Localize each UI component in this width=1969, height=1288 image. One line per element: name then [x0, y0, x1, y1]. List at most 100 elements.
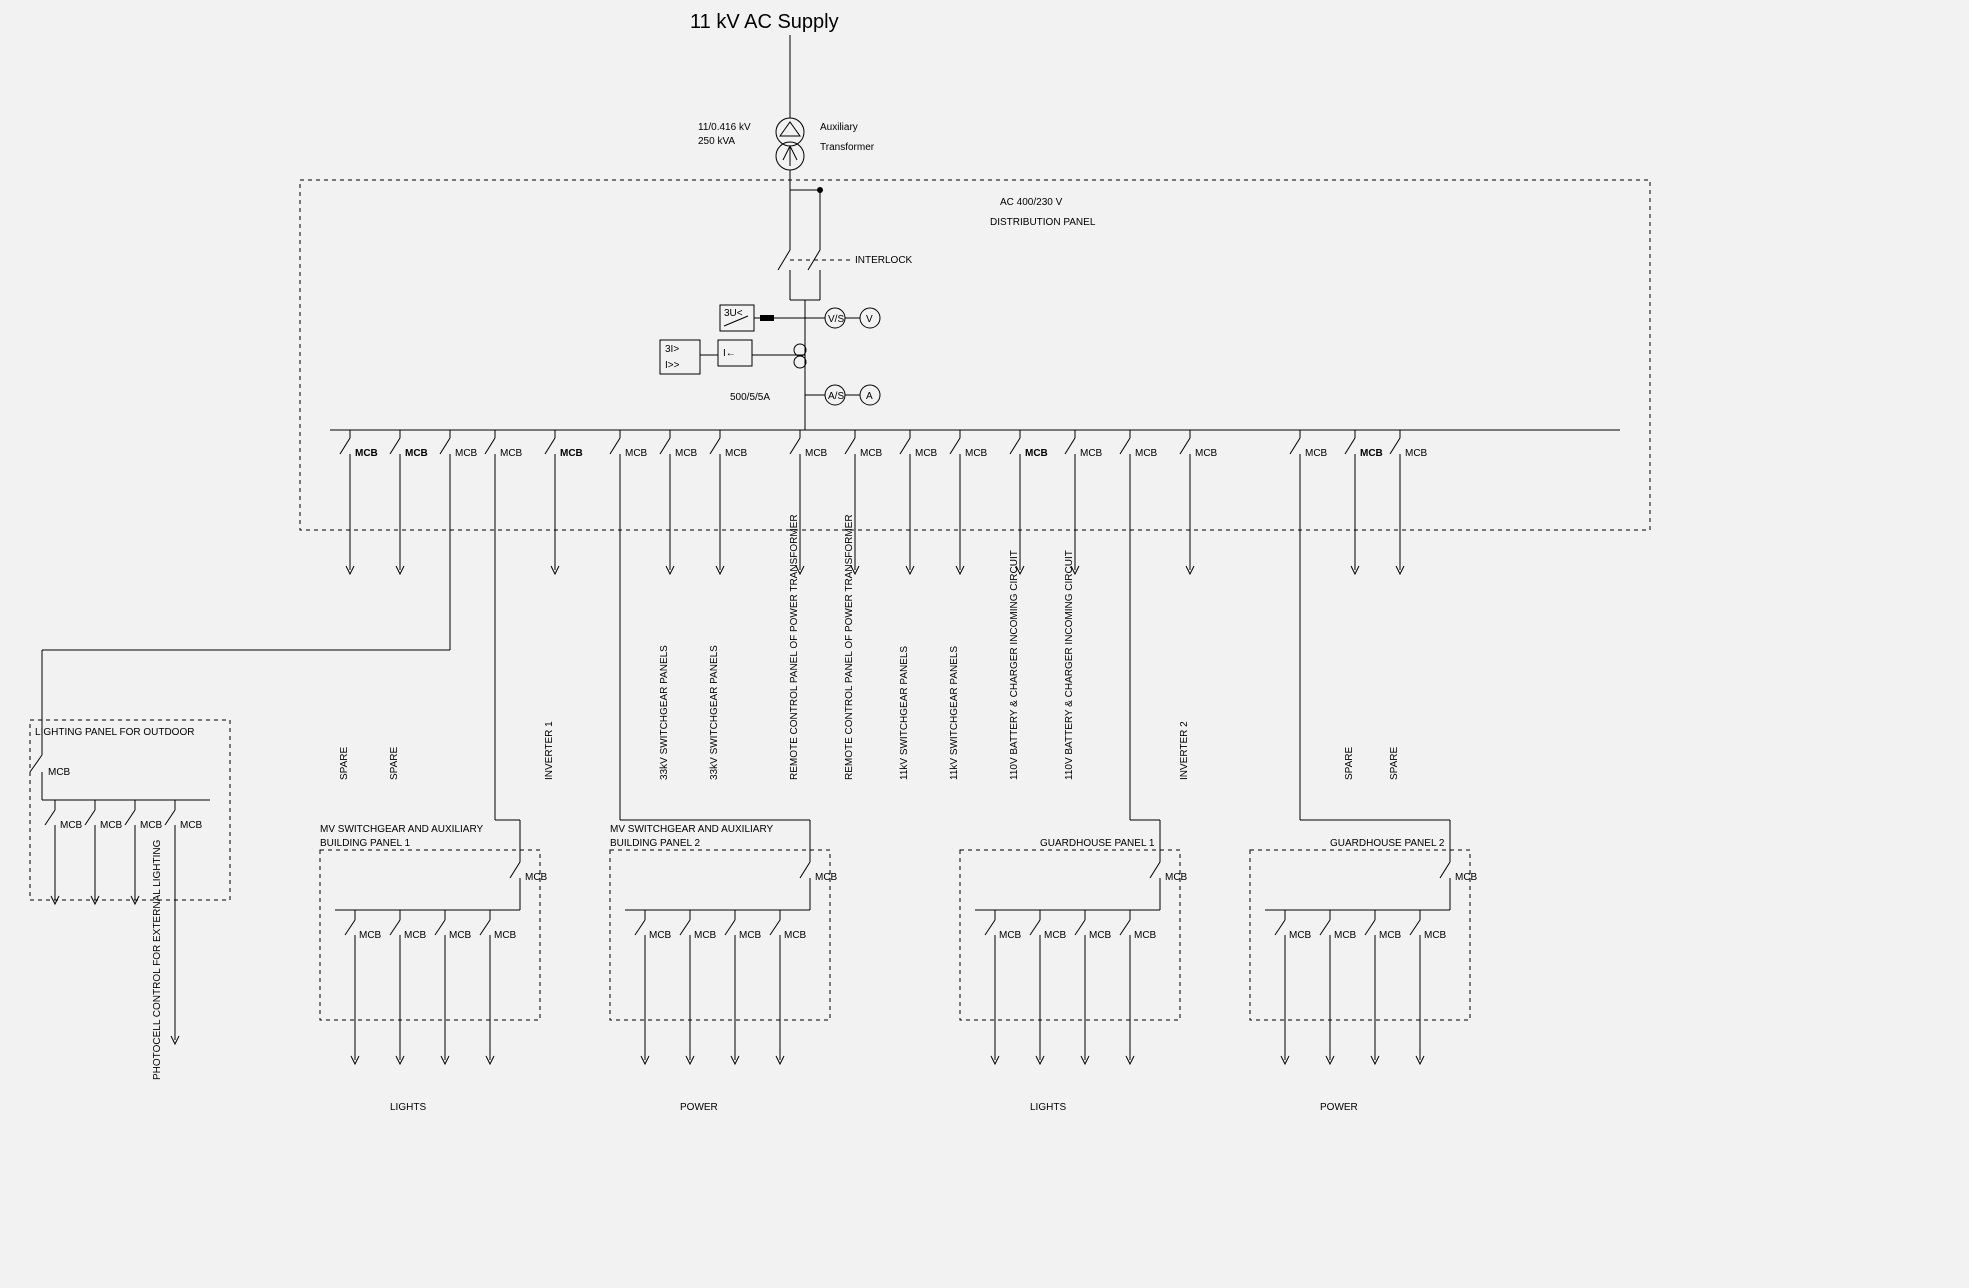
feeder-17: MCB [1345, 430, 1383, 530]
svg-text:3U<: 3U< [724, 308, 743, 319]
svg-text:MCB: MCB [784, 930, 807, 941]
xfmr-rating-2: 250 kVA [698, 136, 735, 147]
svg-text:MCB: MCB [694, 930, 717, 941]
mcb-label: MCB [1135, 448, 1158, 459]
feeder-label-12: 110V BATTERY & CHARGER INCOMING CIRCUIT [1009, 550, 1020, 780]
busbar-feeders: MCB MCB MCB MCB MCB MCB MCB MCB MCB MCB MCB MCB MCB M… [339, 430, 1428, 780]
svg-text:V: V [866, 314, 873, 325]
svg-text:BUILDING PANEL 2: BUILDING PANEL 2 [610, 838, 700, 849]
feeder-label-11: 11kV SWITCHGEAR PANELS [949, 646, 960, 780]
svg-text:MCB: MCB [999, 930, 1022, 941]
svg-text:MCB: MCB [649, 930, 672, 941]
mcb-label: MCB [625, 448, 648, 459]
svg-text:MV SWITCHGEAR AND AUXILIARY: MV SWITCHGEAR AND AUXILIARY [610, 824, 774, 835]
svg-text:MCB: MCB [1044, 930, 1067, 941]
feeder-16: MCB [1290, 430, 1328, 530]
dist-panel-label-1: AC 400/230 V [1000, 197, 1063, 208]
feeder-3: MCB [485, 430, 523, 530]
feeder-13: MCB [1065, 430, 1103, 530]
svg-text:MCB: MCB [449, 930, 472, 941]
svg-text:I>>: I>> [665, 360, 680, 371]
distribution-panel-box [300, 180, 1650, 530]
panel-bottom-label: POWER [1320, 1102, 1358, 1113]
mcb-label: MCB [405, 448, 428, 459]
relay-3I: 3I> I>> [660, 340, 700, 374]
feeder-label-17: SPARE [1344, 747, 1355, 780]
svg-text:GUARDHOUSE PANEL 1: GUARDHOUSE PANEL 1 [1040, 838, 1155, 849]
xfmr-name-1: Auxiliary [820, 122, 858, 133]
panel-bottom-label: LIGHTS [1030, 1102, 1066, 1113]
mcb-label: MCB [805, 448, 828, 459]
mcb-label: MCB [1080, 448, 1103, 459]
svg-text:LIGHTING PANEL FOR OUTDOOR: LIGHTING PANEL FOR OUTDOOR [35, 727, 194, 738]
feeder-11: MCB [950, 430, 988, 530]
sub-panel-gh2: GUARDHOUSE PANEL 2 MCB MCB MCB MCB MCB POWER [1250, 838, 1478, 1113]
mcb-label: MCB [860, 448, 883, 459]
dist-panel-label-2: DISTRIBUTION PANEL [990, 217, 1096, 228]
svg-text:MV SWITCHGEAR AND AUXILIARY: MV SWITCHGEAR AND AUXILIARY [320, 824, 484, 835]
mcb-label: MCB [965, 448, 988, 459]
feeder-5: MCB [610, 430, 648, 530]
svg-text:MCB: MCB [1289, 930, 1312, 941]
sub-panel-gh1: GUARDHOUSE PANEL 1MCBMCBMCBMCBMCBLIGHTS [960, 838, 1188, 1113]
feeder-label-15: INVERTER 2 [1179, 721, 1190, 780]
sub-panel-mv1: MV SWITCHGEAR AND AUXILIARY BUILDING PANE… [320, 824, 548, 1113]
feeder-6: MCB [660, 430, 698, 530]
feeder-15: MCB [1180, 430, 1218, 530]
panel-bottom-label: LIGHTS [390, 1102, 426, 1113]
svg-text:MCB: MCB [48, 767, 71, 778]
svg-text:MCB: MCB [1089, 930, 1112, 941]
svg-text:MCB: MCB [100, 820, 123, 831]
mcb-label: MCB [1025, 448, 1048, 459]
svg-text:MCB: MCB [494, 930, 517, 941]
xfmr-name-2: Transformer [820, 142, 875, 153]
feeder-7: MCB [710, 430, 748, 530]
svg-text:MCB: MCB [60, 820, 83, 831]
feeder-14: MCB [1120, 430, 1158, 530]
feeder-label-10: 11kV SWITCHGEAR PANELS [899, 646, 910, 780]
svg-text:GUARDHOUSE PANEL 2: GUARDHOUSE PANEL 2 [1330, 838, 1445, 849]
svg-text:MCB: MCB [1455, 872, 1478, 883]
svg-text:BUILDING PANEL 1: BUILDING PANEL 1 [320, 838, 410, 849]
panel-bottom-label: POWER [680, 1102, 718, 1113]
xfmr-rating-1: 11/0.416 kV [698, 122, 751, 133]
svg-text:I←: I← [723, 348, 736, 359]
feeder-label-18: SPARE [1389, 747, 1400, 780]
svg-text:MCB: MCB [1334, 930, 1357, 941]
feeder-label-4: INVERTER 1 [544, 721, 555, 780]
mcb-label: MCB [1305, 448, 1328, 459]
svg-text:MCB: MCB [1379, 930, 1402, 941]
mcb-label: MCB [1360, 448, 1383, 459]
mcb-label: MCB [560, 448, 583, 459]
svg-text:3I>: 3I> [665, 344, 679, 355]
transformer-symbol [776, 118, 804, 170]
feeder-label-13: 110V BATTERY & CHARGER INCOMING CIRCUIT [1064, 550, 1075, 780]
mcb-label: MCB [1195, 448, 1218, 459]
feeder-10: MCB [900, 430, 938, 530]
feeder-0: MCB [340, 430, 378, 530]
svg-text:MCB: MCB [359, 930, 382, 941]
mcb-label: MCB [675, 448, 698, 459]
interlock-label: INTERLOCK [855, 255, 913, 266]
relay-I: I← [718, 340, 752, 366]
mcb-label: MCB [915, 448, 938, 459]
svg-text:MCB: MCB [1165, 872, 1188, 883]
feeder-label-6: 33kV SWITCHGEAR PANELS [659, 645, 670, 780]
svg-text:A/S: A/S [828, 391, 844, 402]
feeder-label-7: 33kV SWITCHGEAR PANELS [709, 645, 720, 780]
svg-text:MCB: MCB [815, 872, 838, 883]
svg-text:MCB: MCB [180, 820, 203, 831]
feeder-label-0: SPARE [339, 747, 350, 780]
diagram-title: 11 kV AC Supply [690, 11, 839, 33]
feeder-label-8: REMOTE CONTROL PANEL OF POWER TRANSFORME… [789, 514, 800, 780]
mcb-label: MCB [1405, 448, 1428, 459]
mcb-label: MCB [455, 448, 478, 459]
mcb-label: MCB [500, 448, 523, 459]
svg-text:MCB: MCB [739, 930, 762, 941]
feeder-2: MCB [440, 430, 478, 530]
svg-text:MCB: MCB [1424, 930, 1447, 941]
feeder-18: MCB [1390, 430, 1428, 530]
feeder-12: MCB [1010, 430, 1048, 530]
feeder-4: MCB [545, 430, 583, 530]
ct-label: 500/5/5A [730, 392, 770, 403]
